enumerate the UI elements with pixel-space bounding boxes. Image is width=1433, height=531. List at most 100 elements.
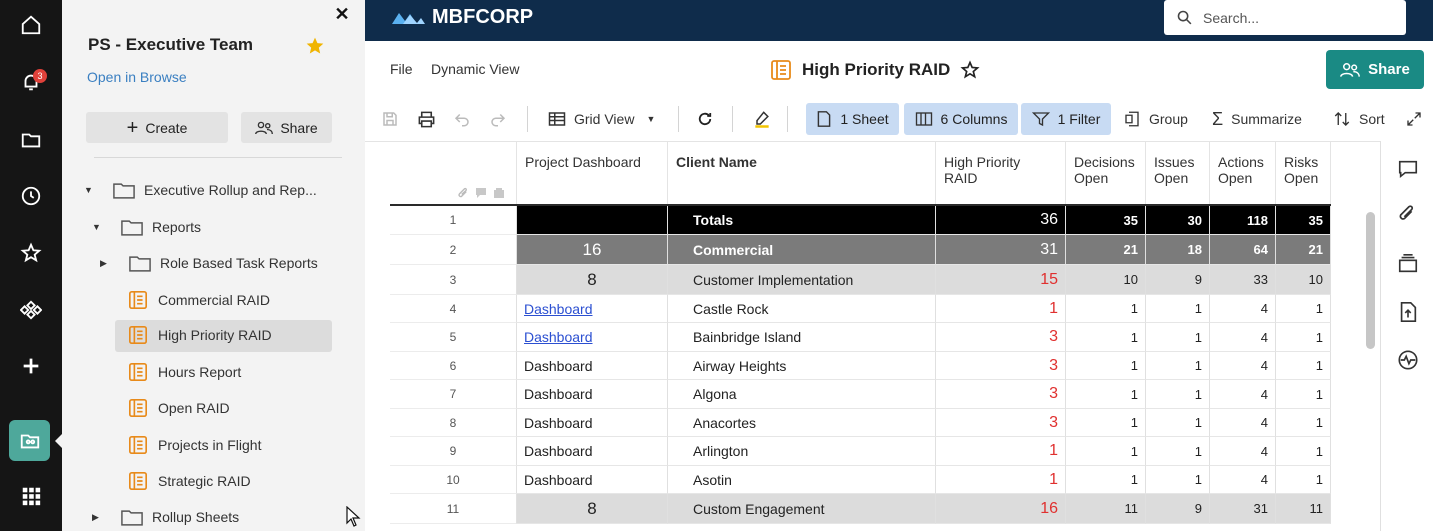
grid-cell[interactable]: Arlington xyxy=(668,437,936,466)
grid-cell[interactable]: Totals xyxy=(668,206,936,235)
browse-folder-icon[interactable] xyxy=(0,120,62,160)
columns-pill[interactable]: 6 Columns xyxy=(904,103,1018,135)
collapse-toggle-icon[interactable]: ▶ xyxy=(92,512,106,523)
refresh-icon[interactable] xyxy=(694,108,716,130)
proofs-icon[interactable] xyxy=(1397,253,1419,275)
tree-item[interactable]: Hours Report xyxy=(128,357,241,387)
highlight-icon[interactable] xyxy=(751,108,773,130)
redo-icon[interactable] xyxy=(487,108,509,130)
solution-center-icon[interactable] xyxy=(0,290,62,330)
grid-cell[interactable]: 3 xyxy=(936,323,1066,352)
grid-cell[interactable]: 3 xyxy=(936,380,1066,409)
grid-cell[interactable]: 11 xyxy=(1276,494,1331,524)
grid-cell[interactable]: 1 xyxy=(1066,409,1146,437)
grid-cell[interactable]: 1 xyxy=(936,437,1066,466)
tree-item[interactable]: High Priority RAID xyxy=(128,320,272,350)
grid-cell[interactable]: 1 xyxy=(1066,352,1146,380)
grid-cell[interactable]: 10 xyxy=(1066,265,1146,295)
row-number[interactable]: 4 xyxy=(390,295,517,323)
grid-cell[interactable]: 4 xyxy=(1210,409,1276,437)
grid-cell[interactable]: 31 xyxy=(936,235,1066,265)
grid-cell[interactable]: 4 xyxy=(1210,352,1276,380)
grid-cell[interactable]: 21 xyxy=(1066,235,1146,265)
grid-cell[interactable]: 1 xyxy=(1276,352,1331,380)
grid-cell[interactable]: 4 xyxy=(1210,380,1276,409)
grid-cell[interactable]: 16 xyxy=(517,235,668,265)
comments-icon[interactable] xyxy=(1397,158,1419,180)
tree-item[interactable]: Open RAID xyxy=(128,393,230,423)
grid-cell[interactable]: 64 xyxy=(1210,235,1276,265)
grid-view-dropdown[interactable]: Grid View ▼ xyxy=(548,104,655,134)
grid-cell[interactable]: 8 xyxy=(517,265,668,295)
grid-cell[interactable]: 3 xyxy=(936,352,1066,380)
create-button[interactable]: + Create xyxy=(86,112,228,143)
grid-cell[interactable]: Airway Heights xyxy=(668,352,936,380)
dashboard-link-cell[interactable]: Dashboard xyxy=(517,295,668,323)
grid-cell[interactable]: 18 xyxy=(1146,235,1210,265)
undo-icon[interactable] xyxy=(451,108,473,130)
group-button[interactable]: Group xyxy=(1123,104,1188,134)
tree-item[interactable]: ▶ Role Based Task Reports xyxy=(100,248,318,278)
column-header[interactable]: Risks Open xyxy=(1276,141,1331,205)
grid-cell[interactable]: 1 xyxy=(1066,323,1146,352)
activity-log-icon[interactable] xyxy=(1397,349,1419,371)
dashboard-link-cell[interactable]: Dashboard xyxy=(517,323,668,352)
row-number[interactable]: 2 xyxy=(390,235,517,265)
grid-cell[interactable]: 1 xyxy=(1276,323,1331,352)
grid-cell[interactable]: 4 xyxy=(1210,437,1276,466)
grid-cell[interactable]: 15 xyxy=(936,265,1066,295)
tree-item[interactable]: ▶ Rollup Sheets xyxy=(92,502,239,531)
home-icon[interactable] xyxy=(0,5,62,45)
grid-cell[interactable]: 1 xyxy=(1276,409,1331,437)
grid-cell[interactable]: Castle Rock xyxy=(668,295,936,323)
grid-cell[interactable]: 10 xyxy=(1276,265,1331,295)
sheet-filter-pill[interactable]: 1 Sheet xyxy=(806,103,899,135)
column-header[interactable]: Decisions Open xyxy=(1066,141,1146,205)
grid-cell[interactable]: 1 xyxy=(1146,466,1210,494)
grid-cell[interactable]: Dashboard xyxy=(517,437,668,466)
filter-pill[interactable]: 1 Filter xyxy=(1021,103,1111,135)
grid-cell[interactable]: 4 xyxy=(1210,295,1276,323)
grid-cell[interactable]: 1 xyxy=(1146,295,1210,323)
grid-cell[interactable]: 1 xyxy=(1146,323,1210,352)
recents-clock-icon[interactable] xyxy=(0,176,62,216)
favorite-star-outline-icon[interactable] xyxy=(960,60,980,80)
grid-cell[interactable]: 11 xyxy=(1066,494,1146,524)
save-icon[interactable] xyxy=(379,108,401,130)
workspace-icon[interactable] xyxy=(9,420,50,461)
plus-icon[interactable] xyxy=(0,346,62,386)
grid-cell[interactable]: 3 xyxy=(936,409,1066,437)
grid-cell[interactable]: Dashboard xyxy=(517,380,668,409)
panel-share-button[interactable]: Share xyxy=(241,112,332,143)
apps-grid-icon[interactable] xyxy=(0,476,62,516)
grid-cell[interactable]: Customer Implementation xyxy=(668,265,936,295)
grid-cell[interactable]: 1 xyxy=(1276,380,1331,409)
row-number[interactable]: 1 xyxy=(390,206,517,235)
column-header[interactable]: Client Name xyxy=(668,141,936,205)
collapse-toggle-icon[interactable]: ▶ xyxy=(100,258,114,269)
grid-cell[interactable]: 118 xyxy=(1210,206,1276,235)
grid-cell[interactable]: Custom Engagement xyxy=(668,494,936,524)
grid-cell[interactable]: 1 xyxy=(1066,380,1146,409)
grid-cell[interactable]: 8 xyxy=(517,494,668,524)
grid-cell[interactable]: 1 xyxy=(1066,295,1146,323)
grid-cell[interactable]: Asotin xyxy=(668,466,936,494)
search-input[interactable]: Search... xyxy=(1164,0,1406,35)
share-button[interactable]: Share xyxy=(1326,50,1424,89)
grid-cell[interactable]: 35 xyxy=(1066,206,1146,235)
grid-cell[interactable]: 1 xyxy=(1146,409,1210,437)
open-in-browse-link[interactable]: Open in Browse xyxy=(87,69,187,85)
grid-cell[interactable]: Algona xyxy=(668,380,936,409)
column-header[interactable]: High Priority RAID xyxy=(936,141,1066,205)
row-number[interactable]: 9 xyxy=(390,437,517,466)
grid-cell[interactable] xyxy=(517,206,668,235)
grid-cell[interactable]: 9 xyxy=(1146,265,1210,295)
column-header[interactable]: Issues Open xyxy=(1146,141,1210,205)
row-number[interactable]: 3 xyxy=(390,265,517,295)
favorites-star-icon[interactable] xyxy=(0,233,62,273)
row-number[interactable]: 10 xyxy=(390,466,517,494)
expand-toggle-icon[interactable]: ▼ xyxy=(84,185,98,195)
publish-icon[interactable] xyxy=(1397,301,1419,323)
tree-item[interactable]: ▼ Executive Rollup and Rep... xyxy=(84,175,317,205)
grid-cell[interactable]: 4 xyxy=(1210,323,1276,352)
